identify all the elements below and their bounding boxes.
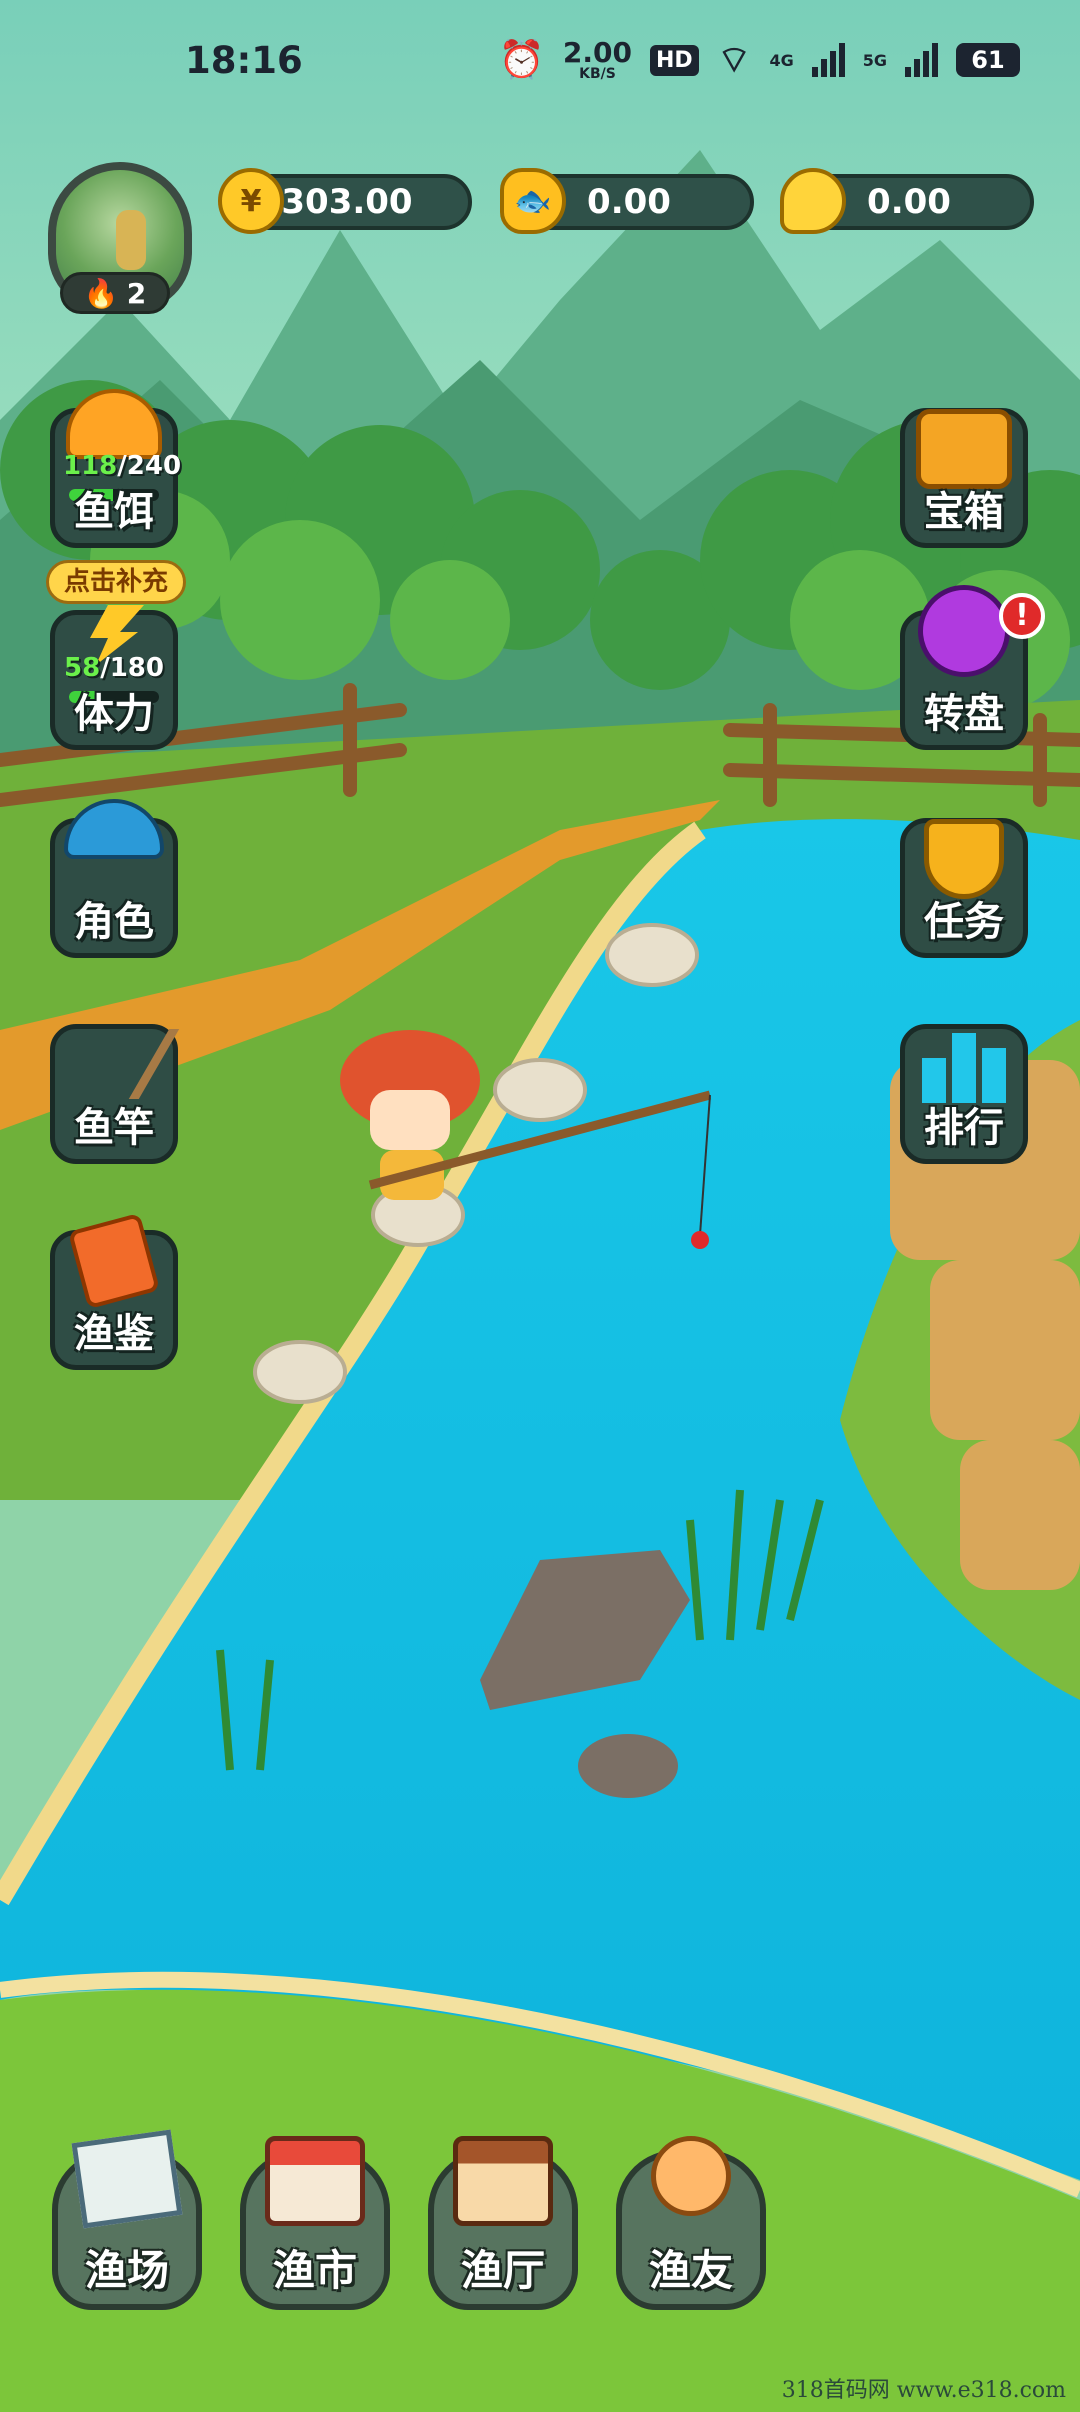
treasure-chest-icon (916, 409, 1012, 489)
dock-fishing-ground[interactable]: 渔场 (52, 2129, 202, 2310)
stamina-button[interactable]: 58/180 体力 (50, 605, 178, 750)
status-bar: 18:16 ⏰ 2.00 KB/S HD ⌔ 4G 5G 61 (0, 0, 1080, 120)
stamina-label: 体力 (74, 691, 154, 737)
chest-button[interactable]: 宝箱 (900, 408, 1028, 548)
lucky-wheel-icon (918, 585, 1010, 677)
gold-ingot-icon (780, 168, 846, 234)
rod-button[interactable]: 鱼竿 (48, 1024, 180, 1164)
level-value: 2 (126, 276, 147, 310)
alarm-icon: ⏰ (498, 38, 545, 81)
shop-icon (265, 2136, 365, 2226)
wheel-button[interactable]: ! 转盘 (900, 585, 1045, 750)
net-speed-value: 2.00 (562, 36, 632, 69)
wheel-label: 转盘 (924, 691, 1004, 737)
stamina-gauge: 58/180 (64, 653, 164, 683)
refill-button[interactable]: 点击补充 (46, 560, 186, 604)
rod-label: 鱼竿 (74, 1105, 154, 1151)
fishing-rod-icon (48, 1029, 180, 1099)
dock-fishing-ground-label: 渔场 (84, 2246, 169, 2295)
handbook-button[interactable]: 渔鉴 (50, 1212, 178, 1370)
battery-icon: 61 (956, 43, 1020, 77)
signal-5g-icon (905, 43, 938, 77)
wifi-icon: ⌔ (716, 38, 752, 81)
hd-icon: HD (650, 44, 699, 76)
bait-button[interactable]: 118/240 鱼饵 (50, 389, 182, 548)
wheel-alert-badge: ! (999, 593, 1045, 639)
bait-label: 鱼饵 (74, 489, 154, 535)
tasks-button[interactable]: 任务 (900, 818, 1028, 958)
hall-icon (453, 2136, 553, 2226)
dock-friends[interactable]: 渔友 (616, 2136, 766, 2310)
coin-icon: ¥ (218, 168, 284, 234)
clock: 18:16 (185, 38, 303, 82)
gold-value: 0.00 (867, 182, 951, 222)
ranking-button[interactable]: 排行 (900, 1024, 1028, 1164)
tasks-label: 任务 (924, 899, 1004, 945)
status-icons: ⏰ 2.00 KB/S HD ⌔ 4G 5G 61 (499, 37, 1020, 83)
handbook-label: 渔鉴 (74, 1311, 154, 1357)
trophy-icon (924, 819, 1004, 899)
dock-market-label: 渔市 (272, 2246, 357, 2295)
4g-label: 4G (769, 50, 794, 70)
friend-character-icon (651, 2136, 731, 2216)
dock-hall-label: 渔厅 (460, 2246, 545, 2295)
net-speed: 2.00 KB/S (562, 36, 632, 82)
coin-value: 303.00 (281, 182, 413, 222)
game-scene (0, 0, 1080, 2412)
player-level: 🔥 2 (60, 272, 170, 314)
net-speed-unit: KB/S (579, 66, 616, 82)
flame-icon: 🔥 (83, 276, 119, 310)
watermark: 318首码网 www.e318.com (781, 2378, 1066, 2403)
ranking-label: 排行 (924, 1105, 1004, 1151)
signal-4g-icon (811, 43, 845, 77)
dock-friends-label: 渔友 (648, 2246, 733, 2295)
character-button[interactable]: 角色 (50, 799, 178, 958)
character-label: 角色 (74, 899, 154, 945)
dock-market[interactable]: 渔市 (240, 2136, 390, 2310)
map-icon (71, 2129, 183, 2229)
bait-gauge: 118/240 (63, 451, 182, 481)
dock-hall[interactable]: 渔厅 (428, 2136, 578, 2310)
fish-value: 0.00 (587, 182, 671, 222)
5g-label: 5G (862, 50, 887, 70)
ranking-bars-icon (919, 1033, 1009, 1103)
fish-icon: 🐟 (500, 168, 566, 234)
chest-label: 宝箱 (924, 489, 1004, 535)
